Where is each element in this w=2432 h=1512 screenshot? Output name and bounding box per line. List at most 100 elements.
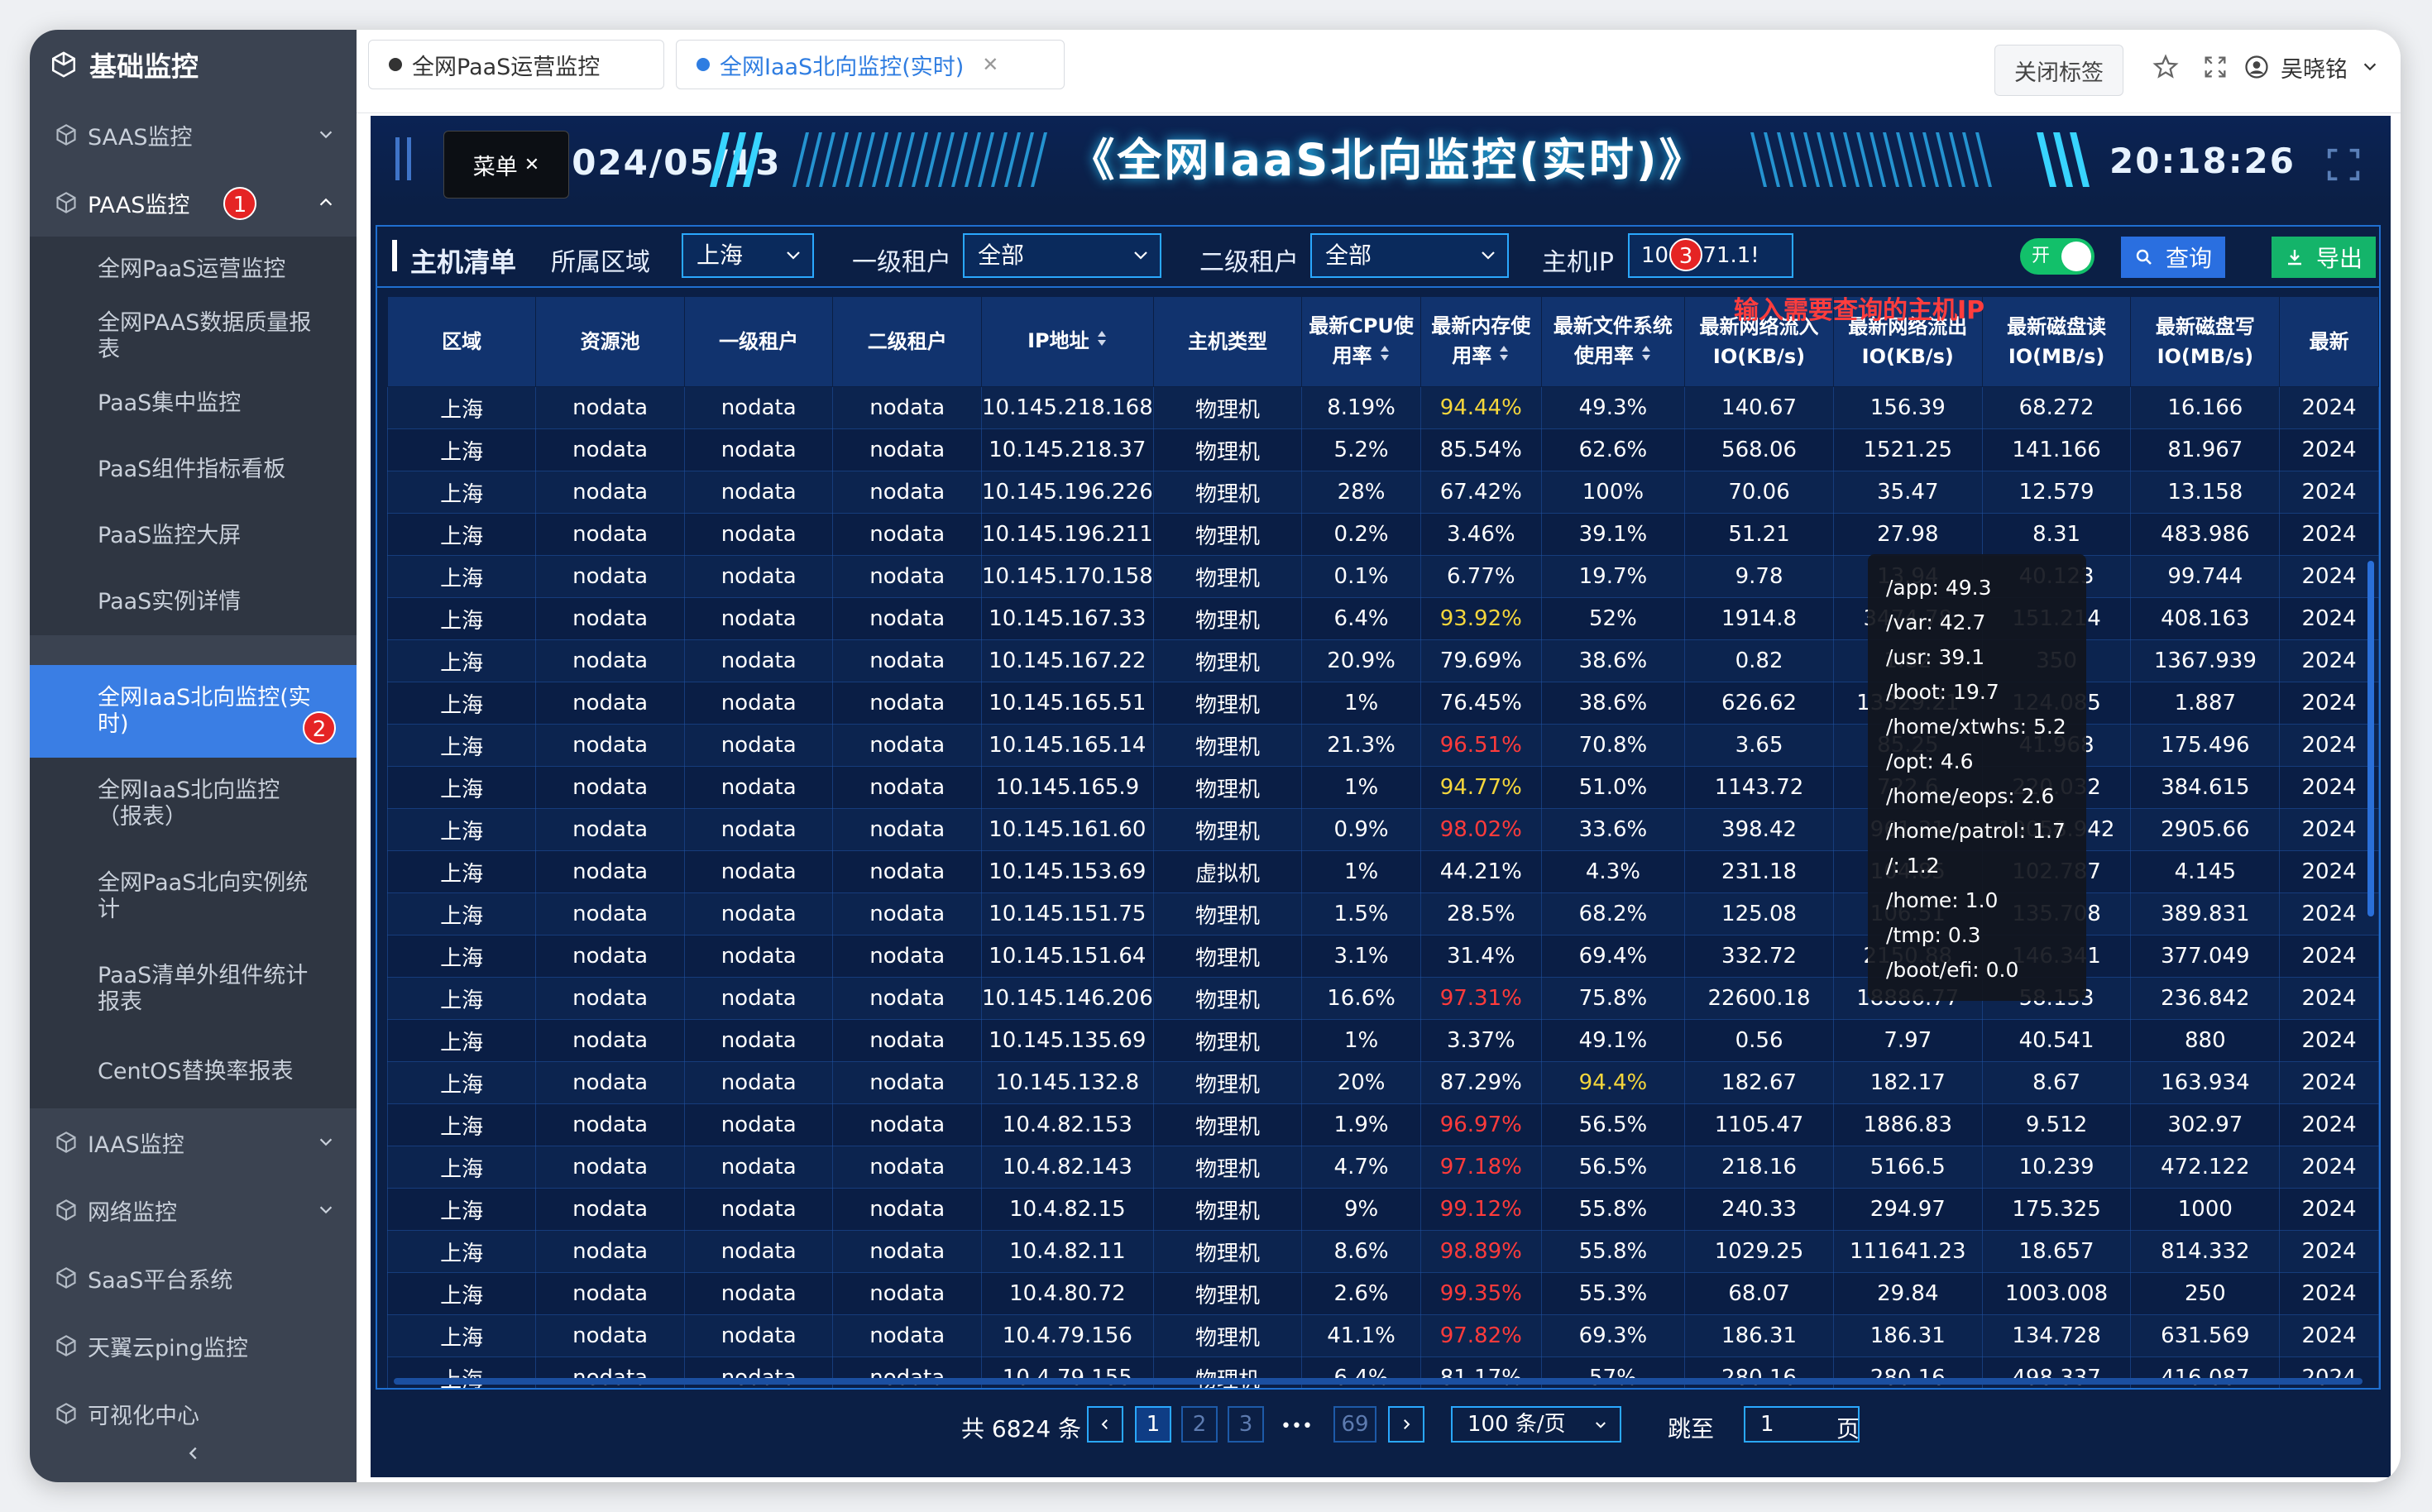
tenant1-select[interactable]: 全部 xyxy=(963,233,1161,278)
table-row[interactable]: 上海 nodata nodata nodata 10.145.132.8 物理机 20% 87… xyxy=(386,1061,2379,1104)
table-cell: 22600.18 xyxy=(1684,977,1834,1020)
table-cell: 上海 xyxy=(386,892,537,935)
table-cell: 68.272 xyxy=(1981,386,2132,429)
close-icon[interactable]: ✕ xyxy=(982,53,998,76)
table-cell: 472.122 xyxy=(2130,1146,2281,1189)
table-row[interactable]: 上海 nodata nodata nodata 10.145.218.168 物理机 8.1… xyxy=(386,386,2379,429)
table-row[interactable]: 上海 nodata nodata nodata 10.4.80.72 物理机 2.6% 99.… xyxy=(386,1272,2379,1315)
toggle-switch[interactable]: 开 xyxy=(2020,238,2094,275)
sidebar-item-saas-platform[interactable]: SaaS平台系统 xyxy=(30,1244,357,1312)
sidebar-subitem[interactable]: 全网PaaS运营监控 xyxy=(30,237,357,303)
page-ellipsis[interactable]: ••• xyxy=(1281,1416,1313,1437)
column-header[interactable]: 最新内存使用率 xyxy=(1419,296,1542,387)
sidebar-item-network[interactable]: 网络监控 xyxy=(30,1176,357,1244)
page-number[interactable]: 69 xyxy=(1333,1406,1376,1443)
table-cell: nodata xyxy=(683,1356,834,1388)
table-row[interactable]: 上海 nodata nodata nodata 10.145.135.69 物理机 1% 3.… xyxy=(386,1019,2379,1062)
page-number[interactable]: 3 xyxy=(1228,1406,1264,1443)
table-cell: 0.2% xyxy=(1301,513,1421,556)
close-tabs-button[interactable]: 关闭标签 xyxy=(1994,45,2123,96)
table-cell: nodata xyxy=(535,1230,685,1273)
table-cell: 231.18 xyxy=(1684,850,1834,893)
sort-icon[interactable] xyxy=(1379,345,1391,366)
region-select[interactable]: 上海 xyxy=(682,233,814,278)
star-icon[interactable] xyxy=(2152,53,2180,81)
sidebar-subitem[interactable]: PaaS实例详情 xyxy=(30,569,357,635)
sidebar-item-iaas[interactable]: IAAS监控 xyxy=(30,1108,357,1176)
table-row[interactable]: 上海 nodata nodata nodata 10.145.196.226 物理机 28%… xyxy=(386,471,2379,514)
sort-icon[interactable] xyxy=(1640,345,1652,366)
sidebar-subitem[interactable]: 全网PAAS数据质量报表 xyxy=(30,303,357,371)
table-cell: nodata xyxy=(683,1272,834,1315)
column-header[interactable]: 最新文件系统使用率 xyxy=(1540,296,1686,387)
table-cell: nodata xyxy=(535,724,685,767)
table-cell: 20% xyxy=(1301,1061,1421,1104)
fullscreen-icon[interactable] xyxy=(2201,53,2229,81)
sidebar-subitem[interactable]: 全网IaaS北向监控（报表） xyxy=(30,758,357,850)
table-cell: nodata xyxy=(535,513,685,556)
sidebar-subitem[interactable]: CentOS替换率报表 xyxy=(30,1036,357,1108)
table-cell: 97.31% xyxy=(1419,977,1542,1020)
table-cell: nodata xyxy=(535,1314,685,1357)
sort-icon[interactable] xyxy=(1096,330,1108,351)
table-row[interactable]: 上海nodatanodatanodata10.4.79.155物理机6.4%81… xyxy=(386,1356,2379,1388)
table-cell: nodata xyxy=(832,1061,982,1104)
table-cell: 1% xyxy=(1301,682,1421,725)
table-row[interactable]: 上海 nodata nodata nodata 10.4.82.11 物理机 8.6% 98.… xyxy=(386,1230,2379,1273)
close-icon[interactable]: ✕ xyxy=(524,155,539,175)
sidebar-subitem[interactable]: PaaS清单外组件统计报表 xyxy=(30,943,357,1036)
table-cell: nodata xyxy=(535,977,685,1020)
tab-paas-ops[interactable]: 全网PaaS运营监控 xyxy=(368,40,664,89)
user-menu[interactable]: 吴晓铭 xyxy=(2244,46,2379,88)
toggle-label: 开 xyxy=(2032,246,2051,266)
export-button[interactable]: 导出 xyxy=(2272,237,2376,278)
fullscreen-icon[interactable] xyxy=(2324,146,2363,184)
sidebar-item-saas[interactable]: SAAS监控 xyxy=(30,101,357,169)
menu-popup[interactable]: 菜单 ✕ xyxy=(443,131,569,199)
sort-icon[interactable] xyxy=(1498,345,1510,366)
table-row[interactable]: 上海 nodata nodata nodata 10.4.82.143 物理机 4.7% 97… xyxy=(386,1146,2379,1189)
table-row[interactable]: 上海 nodata nodata nodata 10.4.82.153 物理机 1.9% 96… xyxy=(386,1103,2379,1146)
sidebar-subitem-active[interactable]: 全网IaaS北向监控(实时) 2 xyxy=(30,665,357,758)
tenant2-select[interactable]: 全部 xyxy=(1310,233,1509,278)
page-number[interactable]: 2 xyxy=(1181,1406,1218,1443)
collapse-sidebar-button[interactable] xyxy=(30,1424,357,1482)
table-cell: nodata xyxy=(832,1272,982,1315)
table-cell: 39.1% xyxy=(1540,513,1686,556)
table-row[interactable]: 上海 nodata nodata nodata 10.4.79.156 物理机 41.1% 9… xyxy=(386,1314,2379,1357)
cube-icon xyxy=(56,1199,76,1221)
query-button[interactable]: 查询 xyxy=(2121,237,2225,278)
table-cell: 62.6% xyxy=(1540,428,1686,471)
table-cell: 51.21 xyxy=(1684,513,1834,556)
table-cell: 81.17% xyxy=(1419,1356,1542,1388)
tab-iaas-realtime[interactable]: 全网IaaS北向监控(实时) ✕ xyxy=(676,40,1065,89)
table-row[interactable]: 上海 nodata nodata nodata 10.4.82.15 物理机 9% 99.12… xyxy=(386,1188,2379,1231)
sidebar-subitem[interactable]: 全网PaaS北向实例统计 xyxy=(30,850,357,943)
prev-page-button[interactable] xyxy=(1087,1406,1123,1443)
table-cell: 94.44% xyxy=(1419,386,1542,429)
sidebar-brand[interactable]: 基础监控 xyxy=(30,30,357,99)
column-header[interactable]: 最新CPU使用率 xyxy=(1301,296,1421,387)
ip-input[interactable]: 10. .171.1! xyxy=(1628,233,1793,278)
page-size-select[interactable]: 100 条/页 xyxy=(1451,1406,1621,1443)
next-page-button[interactable] xyxy=(1388,1406,1424,1443)
sidebar-subitem[interactable]: PaaS监控大屏 xyxy=(30,503,357,569)
filter-bar: 主机清单 所属区域 上海 一级租户 全部 二级租户 全部 主机IP 10. .1… xyxy=(376,225,2381,286)
sidebar-item-ping[interactable]: 天翼云ping监控 xyxy=(30,1312,357,1380)
sidebar-item-paas[interactable]: PAAS监控 1 xyxy=(30,169,357,237)
table-cell: nodata xyxy=(832,808,982,851)
chevron-down-icon xyxy=(787,251,800,260)
sidebar-subitem[interactable]: PaaS组件指标看板 xyxy=(30,437,357,503)
table-cell: nodata xyxy=(832,1103,982,1146)
table-row[interactable]: 上海 nodata nodata nodata 10.145.218.37 物理机 5.2%… xyxy=(386,428,2379,471)
table-cell: 8.19% xyxy=(1301,386,1421,429)
dashboard: 2024/05/13 《全网IaaS北向监控(实时)》 20:18:26 菜单 … xyxy=(371,116,2391,1477)
tooltip-line: /home/xtwhs: 5.2 xyxy=(1886,715,2066,739)
vertical-scrollbar[interactable] xyxy=(2367,561,2374,916)
page-number[interactable]: 1 xyxy=(1135,1406,1171,1443)
table-row[interactable]: 上海 nodata nodata nodata 10.145.196.211 物理机 0.2… xyxy=(386,513,2379,556)
sidebar-subitem[interactable]: PaaS集中监控 xyxy=(30,371,357,437)
horizontal-scrollbar[interactable] xyxy=(394,1378,2363,1385)
table-cell: 1% xyxy=(1301,850,1421,893)
column-header[interactable]: IP地址 xyxy=(980,296,1154,387)
